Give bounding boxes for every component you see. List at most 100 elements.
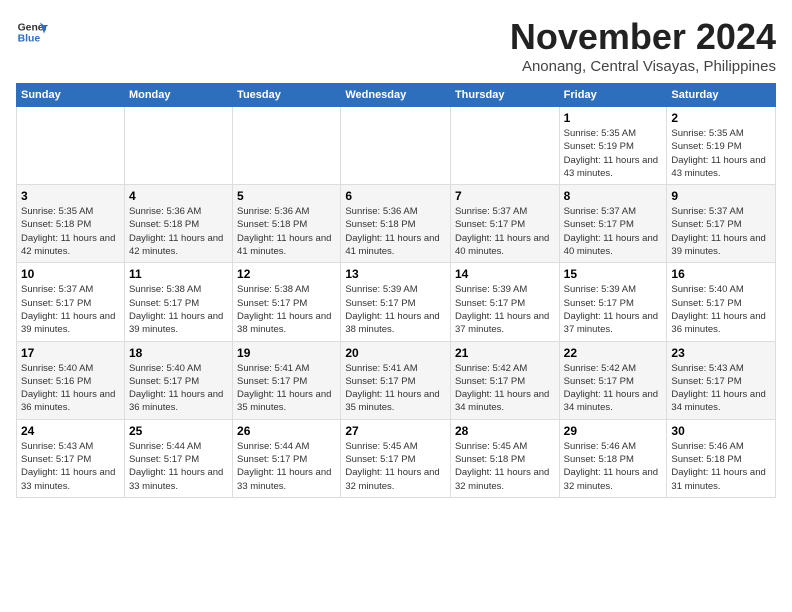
day-info: Sunrise: 5:41 AM Sunset: 5:17 PM Dayligh…: [345, 362, 446, 415]
weekday-header-cell: Monday: [124, 84, 232, 107]
day-number: 16: [671, 267, 771, 281]
logo-icon: General Blue: [16, 16, 48, 48]
weekday-header-cell: Saturday: [667, 84, 776, 107]
day-number: 26: [237, 424, 336, 438]
day-number: 3: [21, 189, 120, 203]
calendar-week-row: 10 Sunrise: 5:37 AM Sunset: 5:17 PM Dayli…: [17, 263, 776, 341]
calendar-cell: 30Sunrise: 5:46 AM Sunset: 5:18 PM Dayli…: [667, 419, 776, 497]
calendar-cell: [124, 107, 232, 185]
calendar-cell: [233, 107, 341, 185]
weekday-header-cell: Friday: [559, 84, 667, 107]
day-number: 25: [129, 424, 228, 438]
day-number: 23: [671, 346, 771, 360]
weekday-header-cell: Wednesday: [341, 84, 451, 107]
calendar-cell: 16 Sunrise: 5:40 AM Sunset: 5:17 PM Dayli…: [667, 263, 776, 341]
day-number: 21: [455, 346, 555, 360]
calendar-cell: 7 Sunrise: 5:37 AM Sunset: 5:17 PM Daylig…: [450, 185, 559, 263]
day-number: 18: [129, 346, 228, 360]
day-number: 19: [237, 346, 336, 360]
calendar-cell: 9 Sunrise: 5:37 AM Sunset: 5:17 PM Daylig…: [667, 185, 776, 263]
weekday-header-cell: Thursday: [450, 84, 559, 107]
calendar-cell: 6Sunrise: 5:36 AM Sunset: 5:18 PM Daylig…: [341, 185, 451, 263]
day-number: 11: [129, 267, 228, 281]
day-info: Sunrise: 5:40 AM Sunset: 5:17 PM Dayligh…: [671, 283, 771, 336]
day-number: 30: [671, 424, 771, 438]
day-info: Sunrise: 5:39 AM Sunset: 5:17 PM Dayligh…: [564, 283, 663, 336]
calendar-cell: [450, 107, 559, 185]
calendar-cell: 23 Sunrise: 5:43 AM Sunset: 5:17 PM Dayli…: [667, 341, 776, 419]
day-number: 27: [345, 424, 446, 438]
day-info: Sunrise: 5:35 AM Sunset: 5:18 PM Dayligh…: [21, 205, 120, 258]
day-number: 5: [237, 189, 336, 203]
day-number: 4: [129, 189, 228, 203]
day-number: 22: [564, 346, 663, 360]
day-info: Sunrise: 5:43 AM Sunset: 5:17 PM Dayligh…: [21, 440, 120, 493]
calendar-cell: 20 Sunrise: 5:41 AM Sunset: 5:17 PM Dayli…: [341, 341, 451, 419]
day-number: 24: [21, 424, 120, 438]
location-title: Anonang, Central Visayas, Philippines: [510, 58, 776, 75]
calendar-cell: 25 Sunrise: 5:44 AM Sunset: 5:17 PM Dayli…: [124, 419, 232, 497]
calendar-cell: 21 Sunrise: 5:42 AM Sunset: 5:17 PM Dayli…: [450, 341, 559, 419]
day-info: Sunrise: 5:40 AM Sunset: 5:16 PM Dayligh…: [21, 362, 120, 415]
day-info: Sunrise: 5:38 AM Sunset: 5:17 PM Dayligh…: [237, 283, 336, 336]
calendar-body: 1 Sunrise: 5:35 AM Sunset: 5:19 PM Daylig…: [17, 107, 776, 498]
calendar-cell: 11 Sunrise: 5:38 AM Sunset: 5:17 PM Dayli…: [124, 263, 232, 341]
calendar-cell: 2 Sunrise: 5:35 AM Sunset: 5:19 PM Daylig…: [667, 107, 776, 185]
calendar-cell: 29Sunrise: 5:46 AM Sunset: 5:18 PM Dayli…: [559, 419, 667, 497]
calendar-cell: 26 Sunrise: 5:44 AM Sunset: 5:17 PM Dayli…: [233, 419, 341, 497]
title-block: November 2024 Anonang, Central Visayas, …: [510, 16, 776, 75]
calendar-cell: [341, 107, 451, 185]
calendar-cell: 17 Sunrise: 5:40 AM Sunset: 5:16 PM Dayli…: [17, 341, 125, 419]
calendar-cell: [17, 107, 125, 185]
calendar-week-row: 24 Sunrise: 5:43 AM Sunset: 5:17 PM Dayli…: [17, 419, 776, 497]
day-info: Sunrise: 5:44 AM Sunset: 5:17 PM Dayligh…: [237, 440, 336, 493]
day-number: 28: [455, 424, 555, 438]
calendar-week-row: 17 Sunrise: 5:40 AM Sunset: 5:16 PM Dayli…: [17, 341, 776, 419]
calendar-cell: 19 Sunrise: 5:41 AM Sunset: 5:17 PM Dayli…: [233, 341, 341, 419]
day-number: 2: [671, 111, 771, 125]
calendar-cell: 8 Sunrise: 5:37 AM Sunset: 5:17 PM Daylig…: [559, 185, 667, 263]
day-info: Sunrise: 5:42 AM Sunset: 5:17 PM Dayligh…: [455, 362, 555, 415]
day-info: Sunrise: 5:37 AM Sunset: 5:17 PM Dayligh…: [21, 283, 120, 336]
day-info: Sunrise: 5:35 AM Sunset: 5:19 PM Dayligh…: [564, 127, 663, 180]
weekday-header-cell: Tuesday: [233, 84, 341, 107]
day-info: Sunrise: 5:36 AM Sunset: 5:18 PM Dayligh…: [237, 205, 336, 258]
day-number: 20: [345, 346, 446, 360]
day-number: 29: [564, 424, 663, 438]
day-info: Sunrise: 5:35 AM Sunset: 5:19 PM Dayligh…: [671, 127, 771, 180]
day-number: 10: [21, 267, 120, 281]
calendar-week-row: 3 Sunrise: 5:35 AM Sunset: 5:18 PM Daylig…: [17, 185, 776, 263]
day-number: 13: [345, 267, 446, 281]
day-number: 6: [345, 189, 446, 203]
weekday-header-row: SundayMondayTuesdayWednesdayThursdayFrid…: [17, 84, 776, 107]
day-info: Sunrise: 5:43 AM Sunset: 5:17 PM Dayligh…: [671, 362, 771, 415]
day-info: Sunrise: 5:38 AM Sunset: 5:17 PM Dayligh…: [129, 283, 228, 336]
calendar-cell: 13 Sunrise: 5:39 AM Sunset: 5:17 PM Dayli…: [341, 263, 451, 341]
calendar-cell: 18Sunrise: 5:40 AM Sunset: 5:17 PM Dayli…: [124, 341, 232, 419]
day-number: 12: [237, 267, 336, 281]
weekday-header-cell: Sunday: [17, 84, 125, 107]
day-number: 17: [21, 346, 120, 360]
logo: General Blue: [16, 16, 48, 48]
calendar-cell: 15Sunrise: 5:39 AM Sunset: 5:17 PM Dayli…: [559, 263, 667, 341]
day-number: 9: [671, 189, 771, 203]
header: General Blue November 2024 Anonang, Cent…: [16, 16, 776, 75]
day-info: Sunrise: 5:42 AM Sunset: 5:17 PM Dayligh…: [564, 362, 663, 415]
day-info: Sunrise: 5:36 AM Sunset: 5:18 PM Dayligh…: [129, 205, 228, 258]
day-info: Sunrise: 5:44 AM Sunset: 5:17 PM Dayligh…: [129, 440, 228, 493]
svg-text:Blue: Blue: [18, 34, 41, 45]
day-info: Sunrise: 5:37 AM Sunset: 5:17 PM Dayligh…: [671, 205, 771, 258]
day-info: Sunrise: 5:45 AM Sunset: 5:18 PM Dayligh…: [455, 440, 555, 493]
day-number: 7: [455, 189, 555, 203]
calendar-cell: 5 Sunrise: 5:36 AM Sunset: 5:18 PM Daylig…: [233, 185, 341, 263]
day-number: 1: [564, 111, 663, 125]
calendar-cell: 3 Sunrise: 5:35 AM Sunset: 5:18 PM Daylig…: [17, 185, 125, 263]
day-info: Sunrise: 5:41 AM Sunset: 5:17 PM Dayligh…: [237, 362, 336, 415]
calendar-cell: 12 Sunrise: 5:38 AM Sunset: 5:17 PM Dayli…: [233, 263, 341, 341]
day-info: Sunrise: 5:39 AM Sunset: 5:17 PM Dayligh…: [345, 283, 446, 336]
calendar-cell: 27Sunrise: 5:45 AM Sunset: 5:17 PM Dayli…: [341, 419, 451, 497]
day-info: Sunrise: 5:37 AM Sunset: 5:17 PM Dayligh…: [455, 205, 555, 258]
day-number: 8: [564, 189, 663, 203]
calendar-cell: 14Sunrise: 5:39 AM Sunset: 5:17 PM Dayli…: [450, 263, 559, 341]
day-info: Sunrise: 5:37 AM Sunset: 5:17 PM Dayligh…: [564, 205, 663, 258]
